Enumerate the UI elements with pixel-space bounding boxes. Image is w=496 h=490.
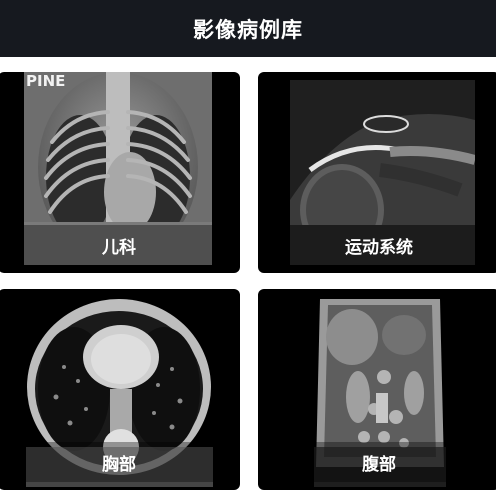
image-overlay-text: PINE xyxy=(26,72,65,90)
app-header: 影像病例库 xyxy=(0,0,496,57)
category-label: 胸部 xyxy=(0,442,240,482)
category-card-musculoskeletal[interactable]: 运动系统 xyxy=(258,72,496,273)
category-card-abdomen[interactable]: 腹部 xyxy=(258,289,496,490)
category-card-chest[interactable]: 胸部 xyxy=(0,289,240,490)
category-card-pediatrics[interactable]: PINE 儿科 xyxy=(0,72,240,273)
page-title: 影像病例库 xyxy=(193,17,303,42)
category-label: 运动系统 xyxy=(258,225,496,265)
category-label: 腹部 xyxy=(258,442,496,482)
category-label: 儿科 xyxy=(0,225,240,265)
